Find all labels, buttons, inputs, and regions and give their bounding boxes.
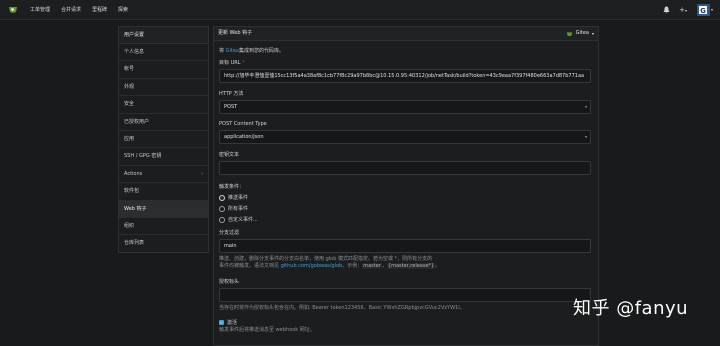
- help-text: 事件均被触发。语法文档见: [219, 263, 281, 269]
- branch-filter-input[interactable]: main: [219, 239, 591, 253]
- trigger-label: 触发条件：: [219, 184, 245, 190]
- panel-header: 更新 Web 钩子 Gitea ▾: [214, 27, 598, 41]
- bell-icon[interactable]: [663, 6, 670, 14]
- checkbox-checked-icon[interactable]: ✓: [219, 320, 224, 325]
- branch-filter-help: 推送、创建，删除分支事件的分支白名单，使用 glob 模式匹配指定。若为空或 *…: [219, 256, 593, 270]
- webhook-type-label: Gitea: [575, 30, 589, 36]
- sidebar-item-packages[interactable]: 软件包: [119, 183, 208, 201]
- sidebar-item-appearance[interactable]: 外观: [119, 79, 208, 97]
- sidebar-item-webhooks[interactable]: Web 钩子: [119, 200, 208, 218]
- target-url-input[interactable]: http://旭毕丰澄恤壹恤15cc13f5a4a38af8c1cb77f8c2…: [219, 69, 591, 83]
- watermark: 知乎 @fanyu: [573, 298, 689, 319]
- http-method-value: POST: [224, 104, 238, 110]
- radio-icon[interactable]: [219, 205, 225, 212]
- help-code: master: [362, 263, 382, 269]
- radio-label: 自定义事件...: [228, 217, 258, 223]
- sidebar-item-authorized-users[interactable]: 已授权用户: [119, 114, 208, 131]
- desc-suffix: 集成到您的代码库。: [238, 48, 284, 54]
- trigger-custom-events[interactable]: 自定义事件...: [219, 216, 593, 223]
- branch-filter-label: 分支过滤: [219, 230, 240, 236]
- auth-header-help: 当存在时将作为授权标头包含在内。例如: Bearer token123456、B…: [219, 305, 465, 311]
- nav-milestones[interactable]: 里程碑: [92, 6, 107, 13]
- sidebar-item-ssh-gpg-keys[interactable]: SSH / GPG 密钥: [119, 148, 208, 166]
- chevron-down-icon: ▾: [584, 134, 587, 139]
- radio-label: 所有事件: [228, 206, 249, 212]
- sidebar-item-security[interactable]: 安全: [119, 96, 208, 114]
- active-label: 激活: [227, 320, 238, 326]
- chevron-down-icon: ▾: [591, 31, 594, 36]
- settings-sidebar: 用户设置 个人信息 帐号 外观 安全 已授权用户 应用 SSH / GPG 密钥…: [118, 26, 209, 253]
- sidebar-item-actions[interactable]: Actions ›: [119, 166, 208, 184]
- chevron-right-icon: ›: [201, 170, 203, 177]
- sidebar-item-profile[interactable]: 个人信息: [119, 44, 208, 62]
- chevron-down-icon: ▾: [684, 7, 687, 13]
- radio-selected-icon[interactable]: [219, 194, 225, 201]
- secret-input[interactable]: [219, 161, 591, 175]
- desc-prefix: 将: [219, 48, 226, 54]
- active-checkbox-row[interactable]: ✓ 激活: [219, 319, 593, 326]
- page-title: 更新 Web 钩子: [218, 30, 253, 36]
- create-plus-button[interactable]: +▾: [679, 6, 687, 14]
- nav-explore[interactable]: 探索: [118, 6, 128, 13]
- nav-pulls[interactable]: 合并请求: [61, 6, 81, 13]
- help-code: {master,release*}: [386, 263, 436, 269]
- trigger-push-events[interactable]: 推送事件: [219, 194, 593, 201]
- nav-issues[interactable]: 工单管理: [30, 6, 50, 13]
- sidebar-item-label: Actions: [124, 170, 143, 177]
- sidebar-item-applications[interactable]: 应用: [119, 131, 208, 149]
- target-url-label: 目标 URL: [219, 59, 593, 66]
- sidebar-item-organizations[interactable]: 组织: [119, 218, 208, 236]
- topbar-right: +▾ G: [663, 0, 720, 19]
- auth-header-input[interactable]: [219, 288, 591, 302]
- radio-label: 推送事件: [228, 195, 249, 201]
- help-text: 。: [435, 263, 441, 269]
- auth-header-label: 授权标头: [219, 279, 240, 285]
- gitea-logo-icon: [566, 31, 572, 36]
- branch-help-line-2: 事件均被触发。语法文档见 github.com/gobwas/glob。示例：m…: [219, 263, 593, 270]
- content-type-label: POST Content Type: [219, 121, 267, 127]
- glob-doc-link[interactable]: github.com/gobwas/glob: [281, 263, 343, 269]
- chevron-down-icon: ▾: [584, 104, 587, 109]
- avatar-letter: G: [700, 7, 706, 15]
- active-help: 触发事件后将推送消息至 webhook 网址。: [219, 327, 315, 333]
- radio-icon[interactable]: [219, 216, 225, 223]
- http-method-label: HTTP 方法: [219, 91, 244, 97]
- sidebar-item-repositories[interactable]: 仓库列表: [119, 235, 208, 251]
- sidebar-heading: 用户设置: [119, 27, 208, 44]
- help-text: 。示例：: [342, 263, 363, 269]
- trigger-all-events[interactable]: 所有事件: [219, 205, 593, 212]
- form-description: 将 Gitea集成到您的代码库。: [219, 47, 593, 54]
- gitea-link[interactable]: Gitea: [226, 48, 239, 54]
- webhook-form-panel: 更新 Web 钩子 Gitea ▾ 将 Gitea集成到您的代码库。 目标 UR…: [213, 26, 599, 346]
- http-method-select[interactable]: POST ▾: [219, 100, 591, 114]
- gitea-logo-icon[interactable]: [8, 5, 18, 14]
- branch-help-line-1: 推送、创建，删除分支事件的分支白名单，使用 glob 模式匹配指定。若为空或 *…: [219, 256, 433, 262]
- sidebar-item-account[interactable]: 帐号: [119, 61, 208, 79]
- webhook-type-dropdown[interactable]: Gitea ▾: [566, 29, 594, 38]
- top-navbar: 工单管理 合并请求 里程碑 探索 +▾ G: [0, 0, 720, 20]
- avatar[interactable]: G: [696, 3, 714, 17]
- secret-label: 密钥文本: [219, 152, 240, 158]
- content-type-value: application/json: [224, 134, 264, 140]
- content-type-select[interactable]: application/json ▾: [219, 130, 591, 144]
